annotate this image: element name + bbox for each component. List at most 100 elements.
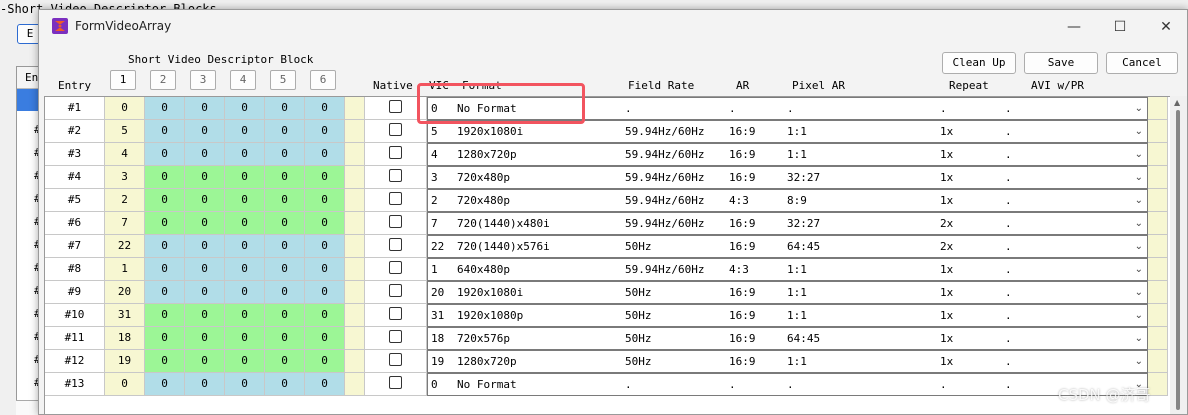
native-checkbox[interactable] <box>389 215 402 228</box>
vertical-scrollbar[interactable]: ▲ <box>1170 96 1187 414</box>
svd-cell[interactable]: 0 <box>265 143 305 166</box>
format-dropdown[interactable]: 22 720(1440)x576i 50Hz 16:9 64:45 2x. ⌄ <box>427 235 1148 258</box>
svd-cell[interactable]: 19 <box>105 350 145 373</box>
maximize-button[interactable]: ☐ <box>1097 10 1143 43</box>
block-button-6[interactable]: 6 <box>310 70 336 90</box>
svd-cell[interactable]: 0 <box>305 304 345 327</box>
svd-cell[interactable]: 0 <box>145 235 185 258</box>
format-dropdown[interactable]: 1 640x480p 59.94Hz/60Hz 4:3 1:1 1x. ⌄ <box>427 258 1148 281</box>
svd-cell[interactable]: 0 <box>265 97 305 120</box>
native-checkbox[interactable] <box>389 330 402 343</box>
block-button-5[interactable]: 5 <box>270 70 296 90</box>
svd-cell[interactable]: 0 <box>145 373 185 396</box>
svd-cell[interactable]: 2 <box>105 189 145 212</box>
format-dropdown[interactable]: 31 1920x1080p 50Hz 16:9 1:1 1x. ⌄ <box>427 304 1148 327</box>
minimize-button[interactable]: — <box>1051 10 1097 43</box>
chevron-down-icon[interactable]: ⌄ <box>1135 236 1143 257</box>
table-row[interactable]: #8 1 0 0 0 0 0 1 640x480p 59.94Hz/60Hz 4:3 1:1 1x. ⌄ <box>45 258 1171 281</box>
native-checkbox[interactable] <box>389 353 402 366</box>
svd-cell[interactable]: 0 <box>225 212 265 235</box>
svd-cell[interactable]: 0 <box>225 304 265 327</box>
svd-cell[interactable]: 0 <box>185 304 225 327</box>
chevron-down-icon[interactable]: ⌄ <box>1135 190 1143 211</box>
svd-cell[interactable]: 0 <box>145 327 185 350</box>
svd-cell[interactable]: 0 <box>185 166 225 189</box>
svd-cell[interactable]: 0 <box>225 120 265 143</box>
format-dropdown[interactable]: 19 1280x720p 50Hz 16:9 1:1 1x. ⌄ <box>427 350 1148 373</box>
table-row[interactable]: #11 18 0 0 0 0 0 18 720x576p 50Hz 16:9 64:45 1x. ⌄ <box>45 327 1171 350</box>
svd-cell[interactable]: 0 <box>185 143 225 166</box>
svd-cell[interactable]: 0 <box>265 189 305 212</box>
svd-cell[interactable]: 0 <box>305 97 345 120</box>
native-checkbox[interactable] <box>389 169 402 182</box>
svd-cell[interactable]: 0 <box>265 373 305 396</box>
svd-cell[interactable]: 22 <box>105 235 145 258</box>
svd-cell[interactable]: 0 <box>225 189 265 212</box>
svd-cell[interactable]: 0 <box>225 350 265 373</box>
native-checkbox[interactable] <box>389 238 402 251</box>
svd-cell[interactable]: 20 <box>105 281 145 304</box>
svd-cell[interactable]: 0 <box>185 281 225 304</box>
svd-cell[interactable]: 18 <box>105 327 145 350</box>
svd-cell[interactable]: 0 <box>185 235 225 258</box>
svd-cell[interactable]: 0 <box>305 120 345 143</box>
svd-cell[interactable]: 0 <box>265 327 305 350</box>
svd-cell[interactable]: 0 <box>145 281 185 304</box>
table-row[interactable]: #6 7 0 0 0 0 0 7 720(1440)x480i 59.94Hz/60Hz 16:9 3… <box>45 212 1171 235</box>
svd-cell[interactable]: 0 <box>145 143 185 166</box>
format-dropdown[interactable]: 18 720x576p 50Hz 16:9 64:45 1x. ⌄ <box>427 327 1148 350</box>
svd-cell[interactable]: 0 <box>145 120 185 143</box>
title-bar[interactable]: FormVideoArray — ☐ ✕ <box>39 10 1187 43</box>
svd-cell[interactable]: 0 <box>305 258 345 281</box>
block-button-1[interactable]: 1 <box>110 70 136 90</box>
native-checkbox[interactable] <box>389 123 402 136</box>
format-dropdown[interactable]: 0 No Format..... ⌄ <box>427 373 1148 396</box>
svd-cell[interactable]: 0 <box>265 235 305 258</box>
svd-cell[interactable]: 0 <box>305 143 345 166</box>
svd-cell[interactable]: 0 <box>145 258 185 281</box>
svd-cell[interactable]: 0 <box>305 373 345 396</box>
svd-cell[interactable]: 0 <box>305 281 345 304</box>
chevron-down-icon[interactable]: ⌄ <box>1135 259 1143 280</box>
svd-cell[interactable]: 0 <box>225 258 265 281</box>
svd-cell[interactable]: 0 <box>145 304 185 327</box>
chevron-down-icon[interactable]: ⌄ <box>1135 213 1143 234</box>
table-row[interactable]: #1 0 0 0 0 0 0 0 No Format..... ⌄ <box>45 97 1171 120</box>
svd-cell[interactable]: 5 <box>105 120 145 143</box>
svd-cell[interactable]: 31 <box>105 304 145 327</box>
block-button-3[interactable]: 3 <box>190 70 216 90</box>
svd-cell[interactable]: 0 <box>225 281 265 304</box>
svd-cell[interactable]: 1 <box>105 258 145 281</box>
native-checkbox[interactable] <box>389 376 402 389</box>
svd-cell[interactable]: 0 <box>145 212 185 235</box>
table-row[interactable]: #5 2 0 0 0 0 0 2 720x480p 59.94Hz/60Hz 4:3 8:9 1x. ⌄ <box>45 189 1171 212</box>
native-checkbox[interactable] <box>389 284 402 297</box>
svd-cell[interactable]: 0 <box>145 97 185 120</box>
svd-cell[interactable]: 0 <box>305 166 345 189</box>
svd-cell[interactable]: 0 <box>305 350 345 373</box>
clean-up-button[interactable]: Clean Up <box>942 52 1016 74</box>
native-checkbox[interactable] <box>389 192 402 205</box>
native-checkbox[interactable] <box>389 100 402 113</box>
svd-cell[interactable]: 3 <box>105 166 145 189</box>
table-row[interactable]: #13 0 0 0 0 0 0 0 No Format..... ⌄ <box>45 373 1171 396</box>
svd-cell[interactable]: 0 <box>265 212 305 235</box>
table-row[interactable]: #3 4 0 0 0 0 0 4 1280x720p 59.94Hz/60Hz 16:9 1:1 1x.… <box>45 143 1171 166</box>
chevron-down-icon[interactable]: ⌄ <box>1135 282 1143 303</box>
svd-cell[interactable]: 0 <box>225 143 265 166</box>
svd-cell[interactable]: 0 <box>265 120 305 143</box>
svd-cell[interactable]: 0 <box>185 258 225 281</box>
scroll-up-icon[interactable]: ▲ <box>1174 98 1180 107</box>
table-row[interactable]: #10 31 0 0 0 0 0 31 1920x1080p 50Hz 16:9 1:1 1x. ⌄ <box>45 304 1171 327</box>
svd-cell[interactable]: 0 <box>265 304 305 327</box>
scrollbar-thumb[interactable] <box>1176 110 1180 410</box>
format-dropdown[interactable]: 2 720x480p 59.94Hz/60Hz 4:3 8:9 1x. ⌄ <box>427 189 1148 212</box>
chevron-down-icon[interactable]: ⌄ <box>1135 98 1143 119</box>
format-dropdown[interactable]: 20 1920x1080i 50Hz 16:9 1:1 1x. ⌄ <box>427 281 1148 304</box>
svd-cell[interactable]: 0 <box>225 235 265 258</box>
svd-cell[interactable]: 0 <box>145 189 185 212</box>
svd-cell[interactable]: 0 <box>145 166 185 189</box>
svd-cell[interactable]: 0 <box>185 212 225 235</box>
svd-cell[interactable]: 0 <box>185 373 225 396</box>
close-button[interactable]: ✕ <box>1143 10 1187 43</box>
